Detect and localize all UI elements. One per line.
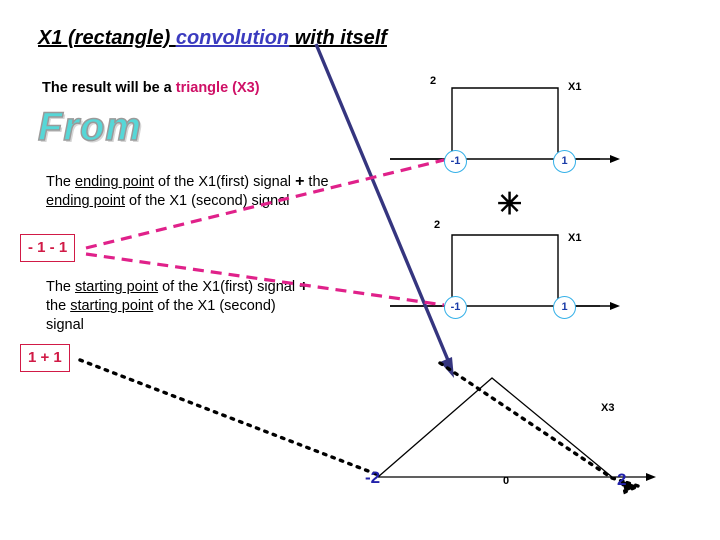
- diagram-vectors: [78, 43, 656, 495]
- dash-ending-to-signal2-tick: [85, 252, 445, 307]
- signal2-axis-arrowhead: [610, 302, 620, 310]
- signal2-name-label: X1: [568, 232, 582, 244]
- signal1-name-label: X1: [568, 81, 582, 93]
- x3-axis-arrowhead: [646, 473, 656, 481]
- x3-triangle-trace: [377, 377, 613, 478]
- slide-canvas: X1 (rectangle) convolution with itself T…: [0, 0, 720, 540]
- signal1-plot: [390, 87, 620, 163]
- signal1-rect-trace: [390, 87, 600, 160]
- signal2-amplitude-label: 2: [434, 219, 441, 231]
- x3-right-tick-label: 2: [617, 470, 627, 489]
- signal1-left-tick: -1: [444, 150, 467, 173]
- dot-start-to-x3-left: [78, 358, 378, 476]
- x3-center-tick-label: 0: [503, 475, 510, 487]
- convolution-pointer-arrow: [314, 43, 454, 378]
- x3-name-label: X3: [601, 402, 615, 414]
- signal1-amplitude-label: 2: [430, 75, 437, 87]
- result-triangle-plot: [377, 377, 656, 481]
- signal2-right-tick: 1: [553, 296, 576, 319]
- dot-apex-to-x3-right: [438, 361, 614, 480]
- black-dotted-connectors: [78, 358, 643, 495]
- dash-ending-to-signal1-tick: [85, 158, 445, 250]
- signal2-left-tick: -1: [444, 296, 467, 319]
- x3-left-tick-label: -2: [365, 468, 381, 487]
- convolution-arrow-shaft: [314, 43, 452, 366]
- pink-dashed-connectors: [85, 158, 445, 307]
- signal1-right-tick: 1: [553, 150, 576, 173]
- signal2-plot: [390, 234, 620, 310]
- convolution-operator-icon: ✳: [497, 188, 523, 221]
- signal1-axis-arrowhead: [610, 155, 620, 163]
